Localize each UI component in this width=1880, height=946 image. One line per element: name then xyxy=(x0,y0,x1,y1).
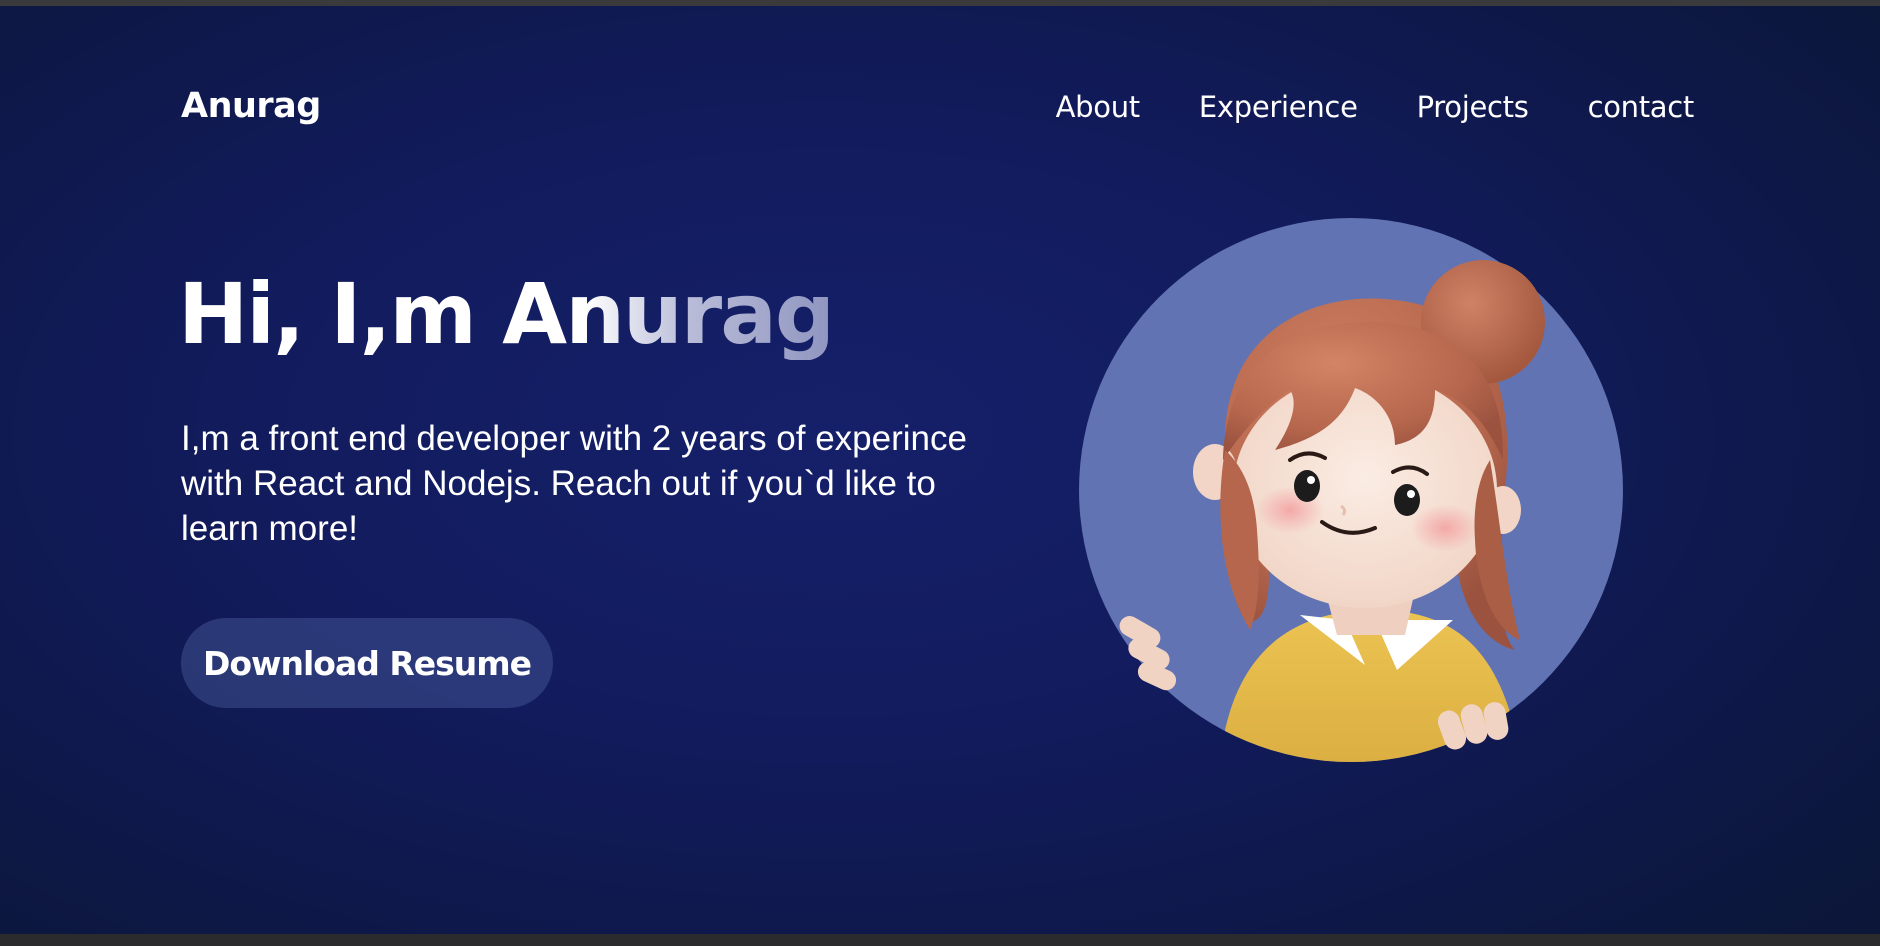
download-resume-button[interactable]: Download Resume xyxy=(181,618,553,708)
nav-link-about[interactable]: About xyxy=(1056,90,1141,124)
avatar-illustration xyxy=(1079,218,1623,762)
nav-link-projects[interactable]: Projects xyxy=(1417,90,1529,124)
hero-description: I,m a front end developer with 2 years o… xyxy=(181,419,967,548)
window-bottom-border xyxy=(0,934,1880,946)
nav-link-contact[interactable]: contact xyxy=(1588,90,1695,124)
hero-title: Hi, I,m Anurag xyxy=(178,265,835,363)
main-nav: About Experience Projects contact xyxy=(1056,90,1695,124)
portfolio-page: Anurag About Experience Projects contact… xyxy=(0,6,1880,934)
nav-link-experience[interactable]: Experience xyxy=(1199,90,1358,124)
brand-logo[interactable]: Anurag xyxy=(181,86,321,126)
